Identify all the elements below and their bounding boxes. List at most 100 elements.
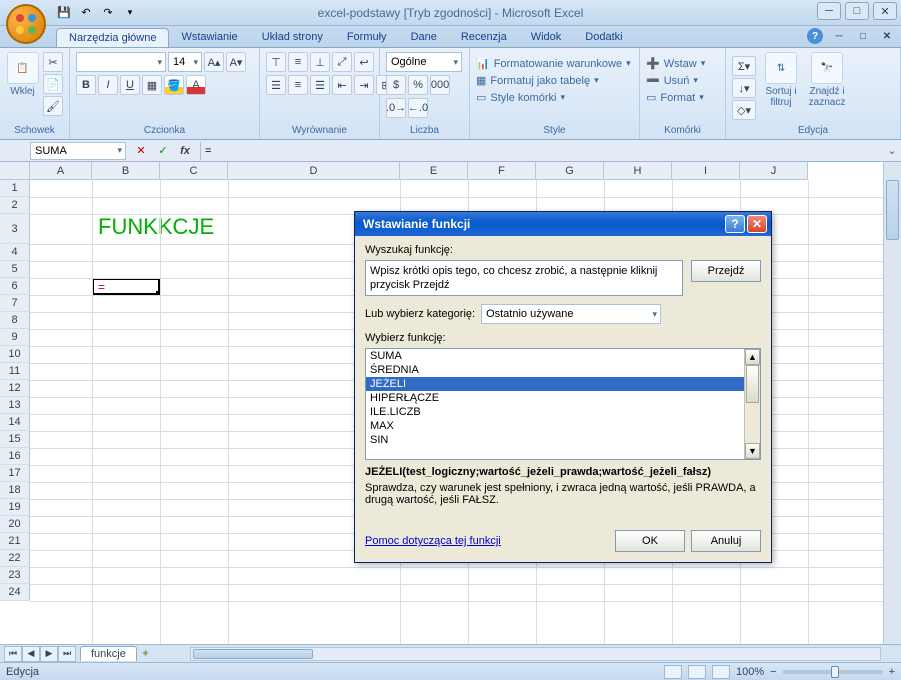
maximize-button[interactable]: □ (845, 2, 869, 20)
row-header[interactable]: 18 (0, 482, 30, 499)
ribbon-minimize-icon[interactable]: ─ (831, 28, 847, 44)
new-sheet-icon[interactable]: ✦ (141, 647, 150, 660)
align-left-icon[interactable]: ☰ (266, 75, 286, 95)
row-header[interactable]: 12 (0, 380, 30, 397)
zoom-out-icon[interactable]: − (770, 666, 776, 678)
clear-icon[interactable]: ◇▾ (732, 100, 756, 120)
font-family-combo[interactable] (76, 52, 166, 72)
close-button[interactable]: ✕ (873, 2, 897, 20)
column-header[interactable]: F (468, 162, 536, 180)
font-size-combo[interactable]: 14 (168, 52, 202, 72)
category-combo[interactable]: Ostatnio używane (481, 304, 661, 324)
tab-układ-strony[interactable]: Układ strony (250, 28, 335, 47)
vertical-scrollbar[interactable] (883, 162, 901, 654)
increase-indent-icon[interactable]: ⇥ (354, 75, 374, 95)
function-list-item[interactable]: SUMA (366, 349, 760, 363)
grow-font-icon[interactable]: A▴ (204, 52, 224, 72)
row-header[interactable]: 23 (0, 567, 30, 584)
orientation-icon[interactable]: ⤢ (332, 52, 352, 72)
fill-icon[interactable]: ↓▾ (732, 78, 756, 98)
row-header[interactable]: 9 (0, 329, 30, 346)
row-header[interactable]: 7 (0, 295, 30, 312)
shrink-font-icon[interactable]: A▾ (226, 52, 246, 72)
minimize-button[interactable]: ─ (817, 2, 841, 20)
tab-wstawianie[interactable]: Wstawianie (169, 28, 249, 47)
office-button[interactable] (6, 4, 46, 44)
function-help-link[interactable]: Pomoc dotycząca tej funkcji (365, 535, 501, 547)
name-box[interactable]: SUMA (30, 142, 126, 160)
sheet-tab[interactable]: funkcje (80, 646, 137, 661)
comma-icon[interactable]: 000 (430, 75, 450, 95)
tab-dodatki[interactable]: Dodatki (573, 28, 634, 47)
border-button[interactable]: ▦ (142, 75, 162, 95)
dialog-help-icon[interactable]: ? (725, 215, 745, 233)
find-select-button[interactable]: 🔭 Znajdź i zaznacz (806, 52, 848, 108)
format-painter-icon[interactable]: 🖌 (43, 96, 63, 116)
enter-formula-icon[interactable]: ✓ (154, 143, 172, 159)
function-list-scrollbar[interactable]: ▲ ▼ (744, 349, 760, 459)
function-list-item[interactable]: MAX (366, 419, 760, 433)
page-break-view-icon[interactable] (712, 665, 730, 679)
expand-formula-bar-icon[interactable]: ⌄ (883, 144, 901, 157)
row-header[interactable]: 16 (0, 448, 30, 465)
align-center-icon[interactable]: ≡ (288, 75, 308, 95)
conditional-formatting-button[interactable]: 📊Formatowanie warunkowe▾ (476, 56, 631, 71)
doc-close-icon[interactable]: ✕ (879, 28, 895, 44)
formula-input[interactable]: = (200, 142, 883, 160)
row-header[interactable]: 5 (0, 261, 30, 278)
row-header[interactable]: 15 (0, 431, 30, 448)
decrease-decimal-icon[interactable]: ←.0 (408, 98, 428, 118)
row-header[interactable]: 13 (0, 397, 30, 414)
zoom-slider[interactable] (783, 670, 883, 674)
go-button[interactable]: Przejdź (691, 260, 761, 282)
tab-recenzja[interactable]: Recenzja (449, 28, 519, 47)
search-function-input[interactable]: Wpisz krótki opis tego, co chcesz zrobić… (365, 260, 683, 296)
row-header[interactable]: 21 (0, 533, 30, 550)
paste-button[interactable]: 📋 Wklej (6, 52, 39, 97)
column-header[interactable]: J (740, 162, 808, 180)
delete-cells-button[interactable]: ➖Usuń▾ (646, 73, 698, 88)
align-top-icon[interactable]: ⊤ (266, 52, 286, 72)
column-header[interactable]: G (536, 162, 604, 180)
ok-button[interactable]: OK (615, 530, 685, 552)
column-header[interactable]: B (92, 162, 160, 180)
row-header[interactable]: 10 (0, 346, 30, 363)
function-list-item[interactable]: SIN (366, 433, 760, 447)
function-list-item[interactable]: ŚREDNIA (366, 363, 760, 377)
column-header[interactable]: C (160, 162, 228, 180)
help-icon[interactable]: ? (807, 28, 823, 44)
row-header[interactable]: 3 (0, 214, 30, 244)
function-list-item[interactable]: JEŻELI (366, 377, 760, 391)
tab-formuły[interactable]: Formuły (335, 28, 399, 47)
tab-narzędzia-główne[interactable]: Narzędzia główne (56, 28, 169, 47)
column-header[interactable]: D (228, 162, 400, 180)
sheet-prev-icon[interactable]: ◀ (22, 646, 40, 662)
decrease-indent-icon[interactable]: ⇤ (332, 75, 352, 95)
qat-customize-icon[interactable]: ▾ (122, 5, 138, 21)
column-header[interactable]: E (400, 162, 468, 180)
cell-styles-button[interactable]: ▭Style komórki▾ (476, 90, 565, 105)
normal-view-icon[interactable] (664, 665, 682, 679)
sheet-next-icon[interactable]: ▶ (40, 646, 58, 662)
bold-button[interactable]: B (76, 75, 96, 95)
italic-button[interactable]: I (98, 75, 118, 95)
cancel-formula-icon[interactable]: ✕ (132, 143, 150, 159)
column-header[interactable]: H (604, 162, 672, 180)
row-header[interactable]: 24 (0, 584, 30, 601)
dialog-close-icon[interactable]: ✕ (747, 215, 767, 233)
horizontal-scrollbar[interactable] (190, 647, 881, 661)
page-layout-view-icon[interactable] (688, 665, 706, 679)
cell-b3[interactable]: FUNKKCJE (98, 214, 214, 240)
row-header[interactable]: 11 (0, 363, 30, 380)
scroll-up-icon[interactable]: ▲ (745, 349, 760, 365)
row-header[interactable]: 6 (0, 278, 30, 295)
currency-icon[interactable]: $ (386, 75, 406, 95)
wrap-text-icon[interactable]: ↩ (354, 52, 374, 72)
fill-color-button[interactable]: 🪣 (164, 75, 184, 95)
undo-icon[interactable]: ↶ (78, 5, 94, 21)
row-header[interactable]: 1 (0, 180, 30, 197)
tab-dane[interactable]: Dane (399, 28, 449, 47)
column-header[interactable]: I (672, 162, 740, 180)
font-color-button[interactable]: A (186, 75, 206, 95)
tab-widok[interactable]: Widok (519, 28, 574, 47)
